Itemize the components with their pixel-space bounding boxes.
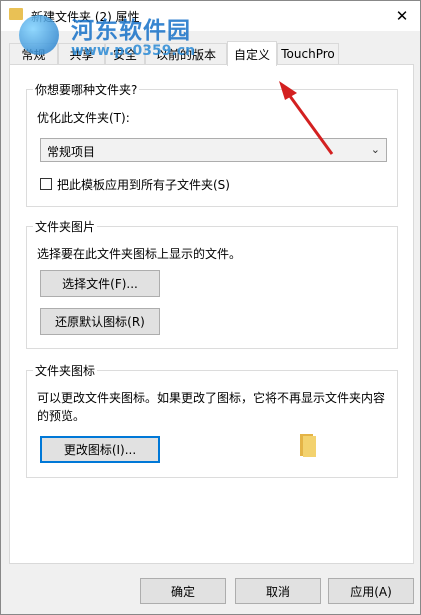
optimize-select[interactable]: 常规项目 ⌄ — [40, 138, 387, 162]
restore-default-button[interactable]: 还原默认图标(R) — [40, 308, 160, 335]
tab-security[interactable]: 安全 — [105, 43, 145, 64]
group-title: 你想要哪种文件夹? — [33, 81, 140, 98]
choose-file-button[interactable]: 选择文件(F)... — [40, 270, 160, 297]
icon-description-line2: 的预览。 — [37, 409, 86, 423]
apply-button[interactable]: 应用(A) — [328, 578, 414, 604]
tab-general[interactable]: 常规 — [9, 43, 58, 64]
tab-customize[interactable]: 自定义 — [227, 41, 277, 66]
folder-icon-group: 文件夹图标 可以更改文件夹图标。如果更改了图标，它将不再显示文件夹内容 的预览。… — [26, 362, 398, 478]
properties-dialog: 新建文件夹 (2) 属性 ✕ 常规 共享 安全 以前的版本 自定义 TouchP… — [0, 0, 421, 615]
group-title: 文件夹图片 — [33, 218, 98, 235]
ok-button[interactable]: 确定 — [140, 578, 226, 604]
picture-description: 选择要在此文件夹图标上显示的文件。 — [37, 247, 242, 261]
folder-type-group: 你想要哪种文件夹? 优化此文件夹(T): 常规项目 ⌄ 把此模板应用到所有子文件… — [26, 81, 398, 207]
title-bar: 新建文件夹 (2) 属性 ✕ — [1, 1, 420, 31]
select-value: 常规项目 — [47, 145, 96, 159]
apply-template-label: 把此模板应用到所有子文件夹(S) — [57, 178, 230, 192]
customize-panel: 你想要哪种文件夹? 优化此文件夹(T): 常规项目 ⌄ 把此模板应用到所有子文件… — [9, 64, 414, 564]
chevron-down-icon: ⌄ — [370, 143, 380, 156]
tab-touchpro[interactable]: TouchPro — [277, 43, 339, 64]
folder-picture-group: 文件夹图片 选择要在此文件夹图标上显示的文件。 选择文件(F)... 还原默认图… — [26, 218, 398, 349]
icon-description-line1: 可以更改文件夹图标。如果更改了图标，它将不再显示文件夹内容 — [37, 391, 386, 405]
tab-previous-versions[interactable]: 以前的版本 — [145, 43, 227, 64]
group-title: 文件夹图标 — [33, 362, 98, 379]
cancel-button[interactable]: 取消 — [235, 578, 321, 604]
window-title: 新建文件夹 (2) 属性 — [31, 10, 140, 24]
close-button[interactable]: ✕ — [384, 1, 420, 31]
tab-strip: 常规 共享 安全 以前的版本 自定义 TouchPro — [9, 41, 414, 66]
change-icon-button[interactable]: 更改图标(I)... — [40, 436, 160, 463]
tab-sharing[interactable]: 共享 — [58, 43, 105, 64]
optimize-label: 优化此文件夹(T): — [37, 111, 130, 125]
folder-preview-icon — [300, 432, 316, 457]
apply-template-checkbox[interactable] — [40, 178, 52, 190]
folder-icon — [9, 8, 23, 20]
